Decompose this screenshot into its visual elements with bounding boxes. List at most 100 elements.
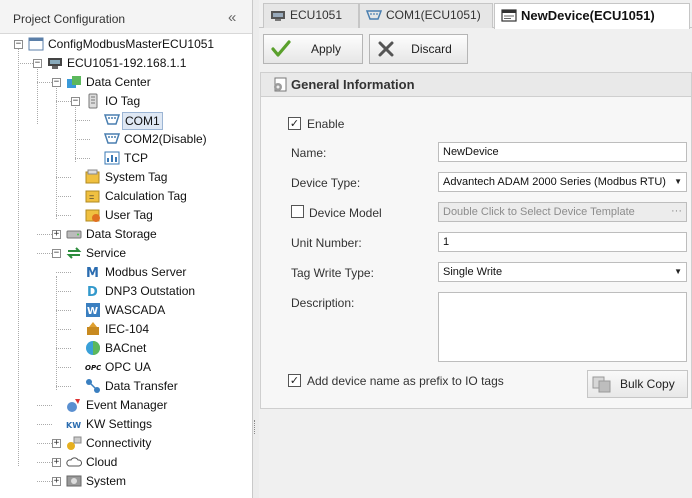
unit-number-field[interactable]: 1 xyxy=(438,232,687,252)
tree-item-cloud[interactable]: + Cloud xyxy=(0,453,252,472)
name-field[interactable]: NewDevice xyxy=(438,142,687,162)
chevron-down-icon: ▼ xyxy=(674,177,682,186)
tree-item-service[interactable]: − Service xyxy=(0,244,252,263)
com-port-icon xyxy=(366,10,382,20)
tree-connector-line xyxy=(56,291,71,292)
expand-icon[interactable]: + xyxy=(52,439,61,448)
tree-connector-line xyxy=(75,139,90,140)
svg-text:=: = xyxy=(89,192,94,202)
description-textarea[interactable] xyxy=(438,292,687,362)
tree-item-connectivity[interactable]: + Connectivity xyxy=(0,434,252,453)
tab-label: ECU1051 xyxy=(290,8,343,22)
collapse-icon[interactable]: − xyxy=(71,97,80,106)
tree-item-io-tag[interactable]: − IO Tag xyxy=(0,92,252,111)
tree-item-com2-disable[interactable]: COM2(Disable) xyxy=(0,130,252,149)
section-title: General Information xyxy=(291,77,415,92)
tree-item-user-tag[interactable]: User Tag xyxy=(0,206,252,225)
svg-text:KW: KW xyxy=(66,421,81,430)
dnp3-icon: D xyxy=(87,285,98,299)
ellipsis-icon: ··· xyxy=(671,205,682,217)
discard-button[interactable]: Discard xyxy=(369,34,468,64)
tab-ecu1051[interactable]: ECU1051 xyxy=(263,3,359,28)
tree-item-label: Modbus Server xyxy=(105,265,187,279)
tree-item-data-transfer[interactable]: Data Transfer xyxy=(0,377,252,396)
tab-com1[interactable]: COM1(ECU1051) xyxy=(359,3,493,28)
tree-item-system[interactable]: + System xyxy=(0,472,252,491)
tree-item-iec-104[interactable]: IEC-104 xyxy=(0,320,252,339)
tag-write-type-dropdown[interactable]: Single Write ▼ xyxy=(438,262,687,282)
device-model-label: Device Model xyxy=(309,206,382,220)
bulk-copy-button[interactable]: Bulk Copy xyxy=(587,370,688,398)
tree-item-data-storage[interactable]: + Data Storage xyxy=(0,225,252,244)
tree-connector-line xyxy=(37,443,52,444)
panel-header: Project Configuration « xyxy=(0,0,252,34)
device-window-icon xyxy=(501,9,517,22)
tree-item-calculation-tag[interactable]: = Calculation Tag xyxy=(0,187,252,206)
tree-connector-line xyxy=(75,158,90,159)
data-storage-icon xyxy=(66,230,82,239)
calculation-tag-icon: = xyxy=(85,190,100,203)
collapse-icon[interactable]: − xyxy=(52,249,61,258)
tag-write-type-value: Single Write xyxy=(443,266,503,278)
tree-item-modbus-server[interactable]: M Modbus Server xyxy=(0,263,252,282)
tree-item-configmodbusmasterecu1051[interactable]: − ConfigModbusMasterECU1051 xyxy=(0,35,252,54)
tree-item-system-tag[interactable]: System Tag xyxy=(0,168,252,187)
tree-item-label: Service xyxy=(86,246,127,260)
apply-button[interactable]: Apply xyxy=(263,34,363,64)
tree-item-label: Connectivity xyxy=(86,436,152,450)
tree-item-label: IO Tag xyxy=(105,94,141,108)
expand-icon[interactable]: + xyxy=(52,477,61,486)
tab-newdevice[interactable]: NewDevice(ECU1051) xyxy=(494,3,690,29)
com-port-icon xyxy=(104,114,120,125)
enable-label: Enable xyxy=(307,117,345,131)
tree-item-label: OPC UA xyxy=(105,360,152,374)
svg-text:D: D xyxy=(87,285,98,299)
tree-item-label: Data Storage xyxy=(86,227,157,241)
device-model-checkbox[interactable] xyxy=(291,205,304,218)
expand-icon[interactable]: + xyxy=(52,458,61,467)
tree-item-opc-ua[interactable]: OPC OPC UA xyxy=(0,358,252,377)
tree-item-wascada[interactable]: W WASCADA xyxy=(0,301,252,320)
enable-checkbox[interactable]: ✓ xyxy=(288,117,301,130)
device-type-value: Advantech ADAM 2000 Series (Modbus RTU) xyxy=(443,176,666,188)
tree-item-com1[interactable]: COM1 xyxy=(0,111,252,130)
user-tag-icon xyxy=(85,209,100,222)
device-model-value: Double Click to Select Device Template xyxy=(443,206,635,218)
tree-item-dnp3-outstation[interactable]: D DNP3 Outstation xyxy=(0,282,252,301)
unit-number-value: 1 xyxy=(443,236,450,248)
collapse-icon[interactable]: − xyxy=(52,78,61,87)
tree-connector-line xyxy=(56,196,71,197)
tree-connector-line xyxy=(56,177,71,178)
name-label: Name: xyxy=(291,146,327,160)
tree-item-bacnet[interactable]: BACnet xyxy=(0,339,252,358)
discard-label: Discard xyxy=(411,42,452,56)
tree-item-data-center[interactable]: − Data Center xyxy=(0,73,252,92)
tree-item-label: IEC-104 xyxy=(105,322,150,336)
collapse-panel-icon[interactable]: « xyxy=(228,9,236,26)
collapse-icon[interactable]: − xyxy=(14,40,23,49)
device-type-label: Device Type: xyxy=(291,176,361,190)
collapse-icon[interactable]: − xyxy=(33,59,42,68)
data-center-icon xyxy=(67,76,81,88)
expand-icon[interactable]: + xyxy=(52,230,61,239)
tcp-icon xyxy=(104,151,120,165)
tab-label: NewDevice(ECU1051) xyxy=(521,8,655,23)
device-icon xyxy=(48,58,62,69)
prefix-checkbox[interactable]: ✓ xyxy=(288,374,301,387)
tree-item-ecu1051-192-168-1-1[interactable]: − ECU1051-192.168.1.1 xyxy=(0,54,252,73)
service-icon xyxy=(66,247,82,259)
svg-text:W: W xyxy=(87,306,98,317)
tree-item-label: COM2(Disable) xyxy=(124,132,207,146)
tree-connector-line xyxy=(56,101,71,102)
tree-connector-line xyxy=(56,272,71,273)
tree-item-label: Data Transfer xyxy=(105,379,178,393)
splitter-grip-icon[interactable] xyxy=(254,420,258,434)
tree-item-tcp[interactable]: TCP xyxy=(0,149,252,168)
device-type-dropdown[interactable]: Advantech ADAM 2000 Series (Modbus RTU) … xyxy=(438,172,687,192)
tree-connector-line xyxy=(37,424,52,425)
device-model-field: Double Click to Select Device Template ·… xyxy=(438,202,687,222)
tree-item-kw-settings[interactable]: KW KW Settings xyxy=(0,415,252,434)
tree-connector-line xyxy=(75,120,90,121)
tree-item-event-manager[interactable]: Event Manager xyxy=(0,396,252,415)
tree-item-label: COM1 xyxy=(122,112,163,130)
